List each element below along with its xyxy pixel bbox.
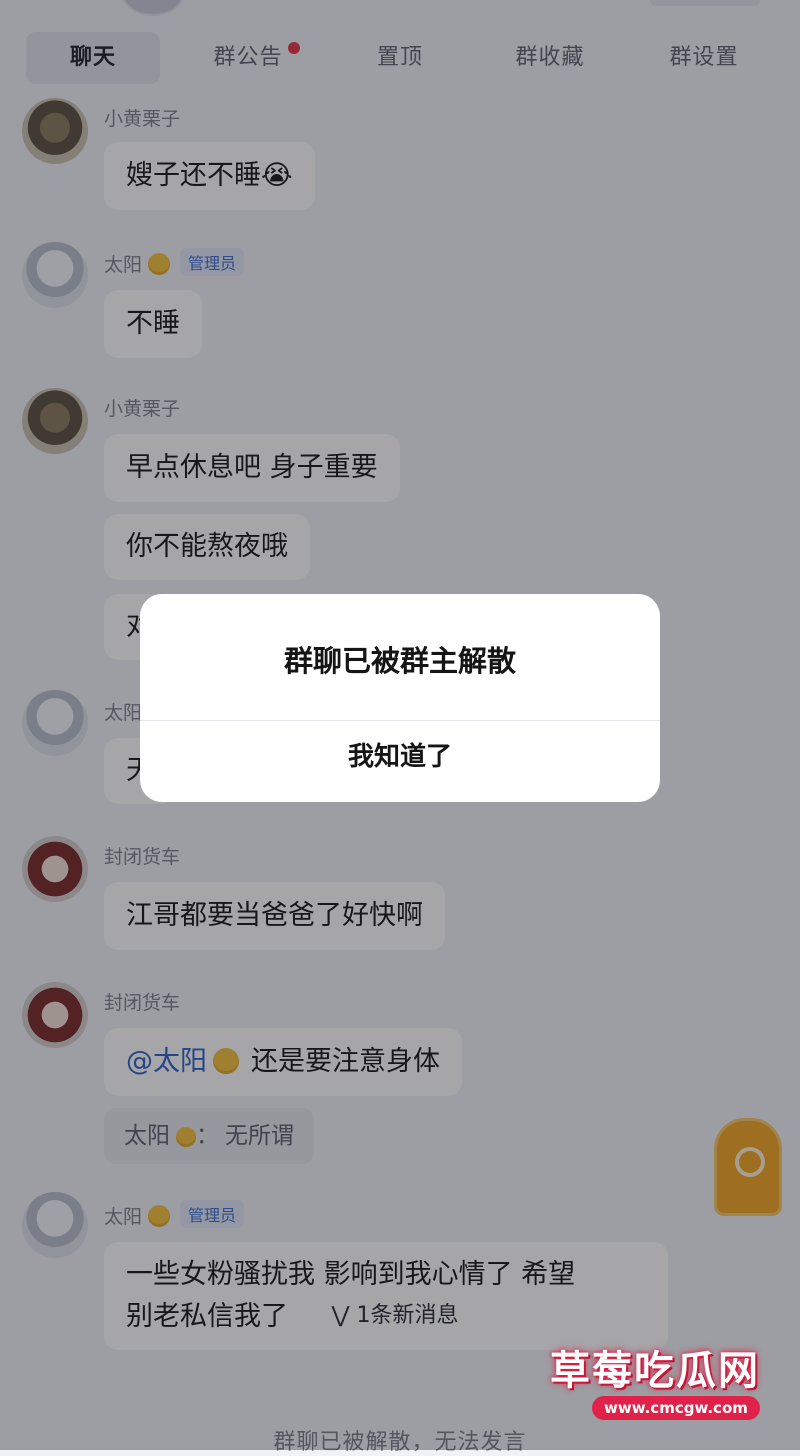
watermark-logo: 草莓吃瓜网 www.cmcgw.com <box>540 1336 784 1428</box>
alert-dialog: 群聊已被群主解散 我知道了 <box>140 594 660 802</box>
acknowledge-button[interactable]: 我知道了 <box>140 721 660 802</box>
watermark-url: www.cmcgw.com <box>592 1396 760 1420</box>
watermark-name: 草莓吃瓜网 <box>550 1348 760 1394</box>
dialog-title: 群聊已被群主解散 <box>283 644 516 678</box>
